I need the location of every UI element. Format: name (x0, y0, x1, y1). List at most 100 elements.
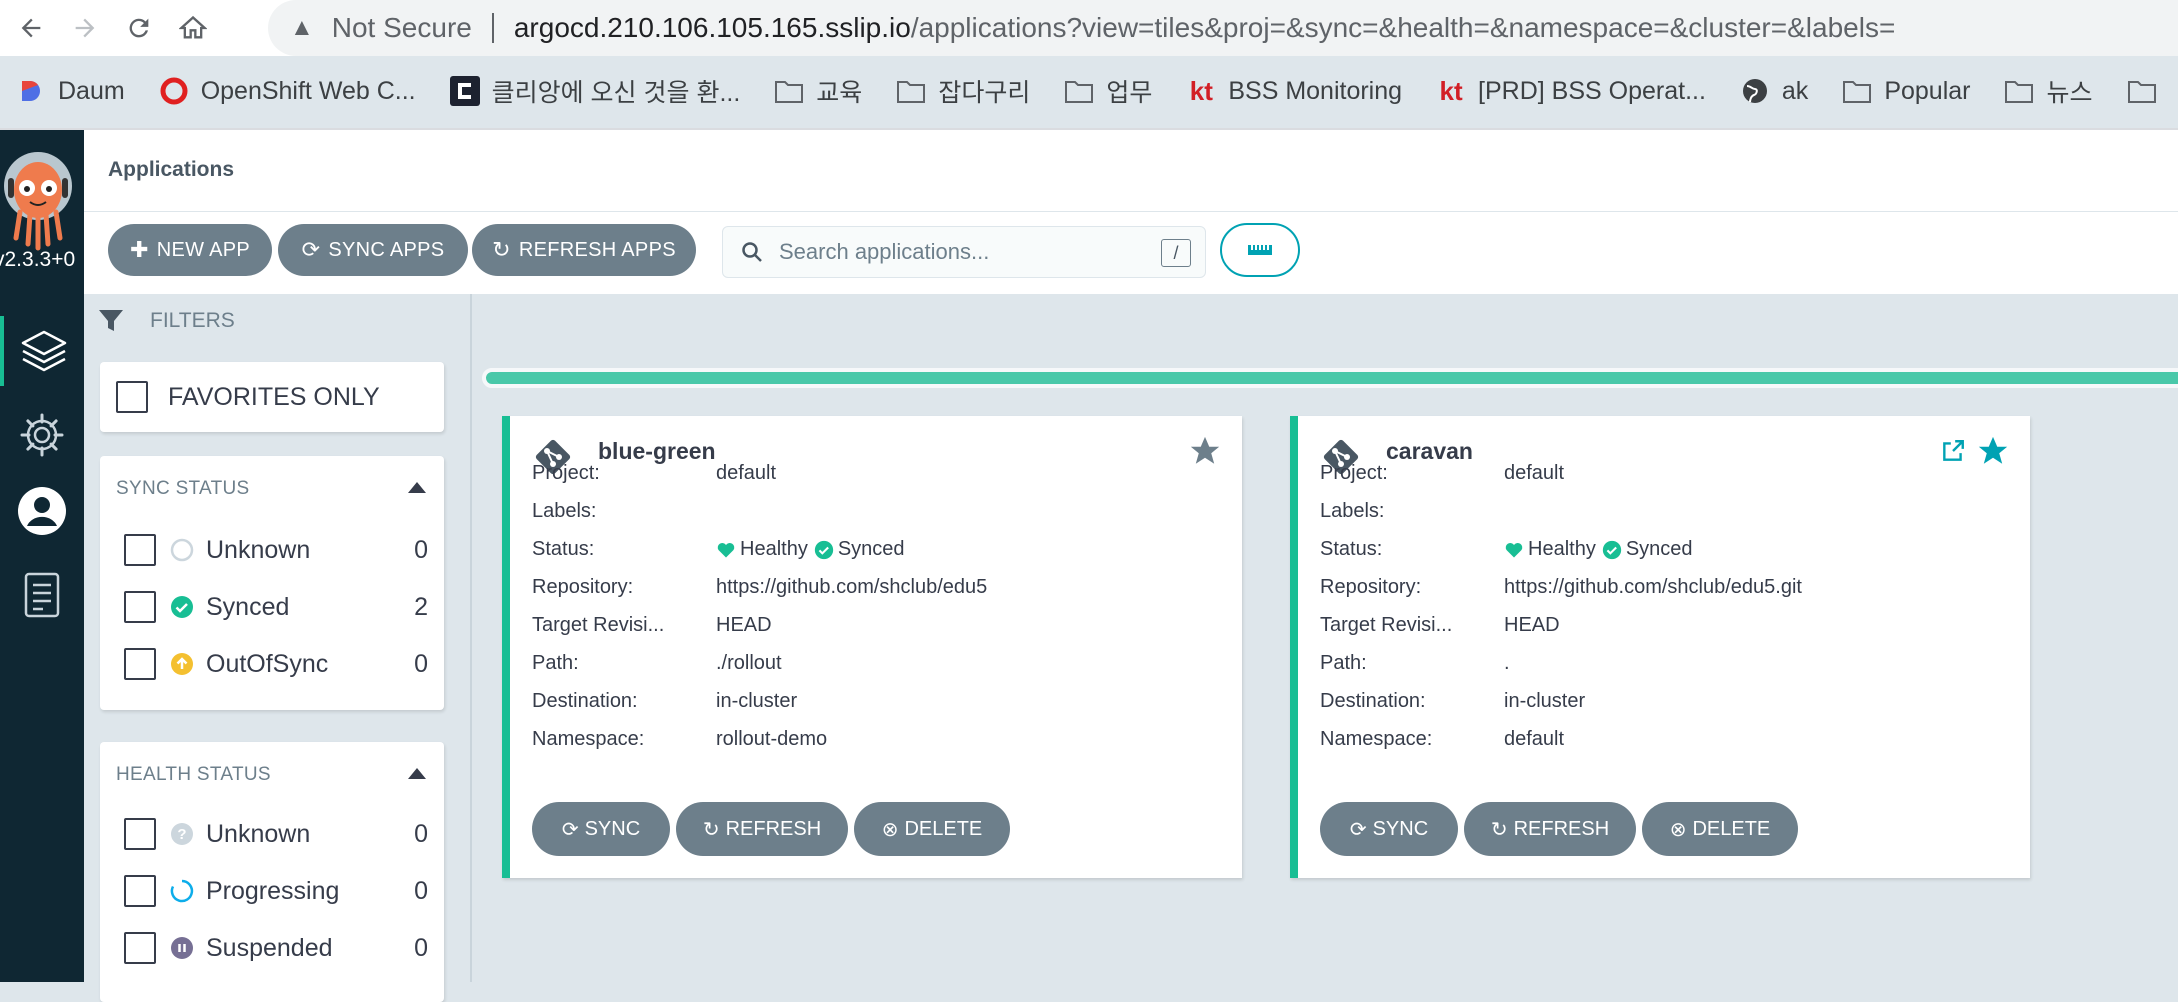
filter-icon (99, 310, 123, 331)
field-path: Path:. (1320, 652, 1510, 674)
times-circle-icon: ⊗ (1669, 818, 1687, 841)
checkbox[interactable] (124, 591, 156, 623)
field-status: Status: Healthy Synced (532, 538, 905, 560)
nav-applications[interactable] (0, 316, 84, 386)
url-host: argocd.210.106.105.165.sslip.io (513, 12, 911, 43)
bookmark-folder-work[interactable]: 업무 (1064, 73, 1152, 109)
field-target-revision: Target Revisi... HEAD (1320, 614, 1560, 636)
document-icon (24, 572, 60, 618)
sync-icon: ⟳ (301, 237, 321, 262)
field-repository: Repository: https://github.com/shclub/edu… (1320, 576, 1802, 598)
delete-button[interactable]: ⊗ DELETE (1642, 802, 1798, 856)
sync-icon: ⟳ (561, 818, 579, 841)
field-destination: Destination: in-cluster (532, 690, 798, 712)
checkbox[interactable] (124, 534, 156, 566)
filter-sync-synced[interactable]: Synced 2 (124, 587, 428, 627)
search-shortcut-key: / (1161, 239, 1191, 267)
reload-icon (129, 18, 149, 38)
checkbox[interactable] (124, 818, 156, 850)
pause-circle-icon (170, 936, 194, 960)
health-status: Healthy (740, 538, 808, 560)
check-circle-icon (1602, 540, 1621, 559)
refresh-button[interactable]: ↻ REFRESH (1464, 802, 1636, 856)
delete-button[interactable]: ⊗ DELETE (854, 802, 1010, 856)
bookmark-bss-operation[interactable]: kt [PRD] BSS Operat... (1436, 75, 1705, 106)
bookmark-bss-monitoring[interactable]: kt BSS Monitoring (1186, 76, 1402, 106)
bookmark-folder-more[interactable] (2127, 76, 2169, 106)
view-toggle-button[interactable] (1220, 223, 1300, 277)
bookmark-folder-popular[interactable]: Popular (1842, 76, 1970, 106)
tiles-view-icon (1248, 245, 1272, 255)
svg-text:?: ? (177, 826, 186, 843)
kt-logo-icon: kt (1189, 75, 1213, 106)
filters-heading: FILTERS (98, 308, 235, 334)
reload-button[interactable] (116, 5, 162, 51)
heart-icon (1505, 542, 1523, 557)
app-name[interactable]: blue-green (598, 438, 716, 465)
refresh-button[interactable]: ↻ REFRESH (676, 802, 848, 856)
collapse-caret-icon[interactable] (408, 768, 426, 779)
url-path: /applications?view=tiles&proj=&sync=&hea… (910, 12, 1896, 43)
refresh-apps-button[interactable]: ↻ REFRESH APPS (472, 224, 696, 276)
filter-sync-outofsync[interactable]: OutOfSync 0 (124, 644, 428, 684)
sync-button[interactable]: ⟳ SYNC (1320, 802, 1458, 856)
back-arrow-icon (21, 18, 41, 38)
filter-health-progressing[interactable]: Progressing 0 (124, 871, 428, 911)
bookmark-folder-news[interactable]: 뉴스 (2004, 73, 2093, 109)
left-nav: v2.3.3+0 (0, 130, 84, 982)
heart-icon (717, 542, 735, 557)
nav-documentation[interactable] (0, 560, 84, 630)
field-status: Status: Healthy Synced (1320, 538, 1693, 560)
health-summary-bar (482, 368, 2178, 388)
filter-count: 2 (414, 592, 428, 621)
layers-icon (21, 330, 67, 372)
filter-health-suspended[interactable]: Suspended 0 (124, 928, 428, 968)
kt-logo-icon: kt (1439, 75, 1463, 106)
field-repository: Repository: https://github.com/shclub/edu… (532, 576, 988, 598)
checkbox[interactable] (124, 648, 156, 680)
unknown-circle-icon (170, 538, 194, 562)
checkbox[interactable] (124, 932, 156, 964)
field-target-revision: Target Revisi... HEAD (532, 614, 772, 636)
times-circle-icon: ⊗ (881, 818, 899, 841)
folder-icon (896, 76, 926, 106)
collapse-caret-icon[interactable] (408, 482, 426, 493)
filter-count: 0 (414, 819, 428, 848)
checkbox[interactable] (124, 875, 156, 907)
bookmark-daum[interactable]: Daum (16, 76, 125, 106)
field-project: Project: default (532, 462, 777, 484)
new-app-button[interactable]: ✚ NEW APP (108, 224, 272, 276)
sync-apps-button[interactable]: ⟳ SYNC APPS (278, 224, 468, 276)
nav-user-info[interactable] (0, 476, 84, 546)
field-labels: Labels: (1320, 500, 1385, 522)
home-button[interactable] (170, 5, 216, 51)
app-card-caravan[interactable]: caravan Project: default Labels: Status: … (1290, 416, 2030, 878)
sync-icon: ⟳ (1349, 818, 1367, 841)
omnibox-separator (491, 13, 494, 43)
field-path: Path: ./rollout (532, 652, 782, 674)
filter-health-unknown[interactable]: ? Unknown 0 (124, 814, 428, 854)
filter-count: 0 (414, 876, 428, 905)
favorites-checkbox[interactable] (116, 381, 148, 413)
bookmark-folder-misc[interactable]: 잡다구리 (896, 73, 1030, 109)
back-button[interactable] (8, 5, 54, 51)
filter-sync-unknown[interactable]: Unknown 0 (124, 530, 428, 570)
nav-settings[interactable] (0, 400, 84, 470)
external-link-icon[interactable] (1940, 438, 1966, 464)
page-header: Applications (84, 130, 2178, 212)
app-card-blue-green[interactable]: blue-green Project: default Labels: Statu… (502, 416, 1242, 878)
sync-button[interactable]: ⟳ SYNC (532, 802, 670, 856)
applications-tiles-area: blue-green Project: default Labels: Statu… (470, 294, 2178, 982)
favorites-only-filter[interactable]: FAVORITES ONLY (100, 362, 444, 432)
forward-button[interactable] (62, 5, 108, 51)
daum-icon (16, 76, 46, 106)
argo-logo[interactable] (0, 144, 76, 252)
address-bar[interactable]: ▲ Not Secure argocd.210.106.105.165.ssli… (268, 0, 2178, 56)
bookmark-folder-education[interactable]: 교육 (774, 73, 862, 109)
search-input[interactable]: Search applications... / (722, 226, 1206, 278)
app-name[interactable]: caravan (1386, 438, 1473, 465)
bookmark-openshift[interactable]: OpenShift Web C... (159, 76, 416, 106)
bookmark-ak[interactable]: ak (1740, 76, 1808, 106)
field-destination: Destination: in-cluster (1320, 690, 1586, 712)
bookmark-clien[interactable]: 클리앙에 오신 것을 환... (449, 73, 740, 109)
